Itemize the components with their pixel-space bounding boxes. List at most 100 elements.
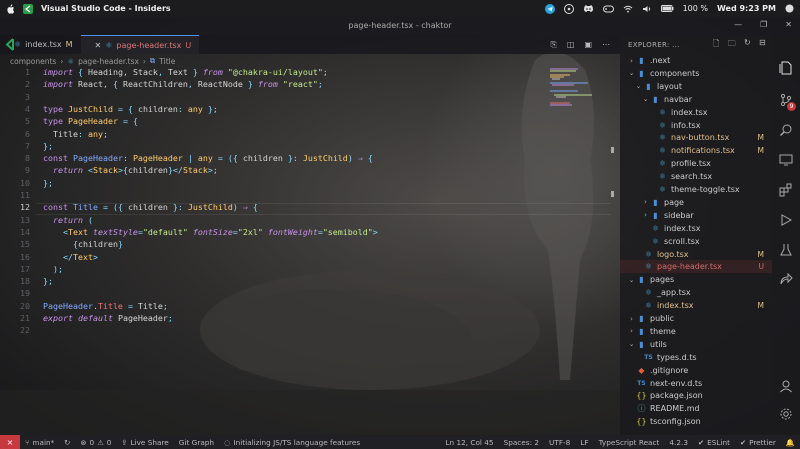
close-tab-icon[interactable]: ✕ <box>95 41 102 50</box>
code-line[interactable]: type PageHeader = { <box>43 116 138 126</box>
tree-folder[interactable]: › ▮ sidebar <box>620 209 772 222</box>
run-debug-icon[interactable] <box>778 213 794 229</box>
testing-icon[interactable] <box>778 243 794 259</box>
close-window-icon[interactable]: ✕ <box>785 20 792 29</box>
encoding[interactable]: UTF-8 <box>544 438 575 447</box>
tree-file[interactable]: ⚛ theme-toggle.tsx <box>620 183 772 196</box>
remote-explorer-icon[interactable] <box>778 153 794 169</box>
code-line[interactable]: }; <box>43 141 53 151</box>
settings-gear-icon[interactable] <box>778 407 794 423</box>
search-icon[interactable] <box>778 123 794 139</box>
code-line[interactable]: const Title = ({ children }: JustChild) … <box>43 202 258 212</box>
tree-file[interactable]: ⚛ scroll.tsx <box>620 235 772 248</box>
open-changes-icon[interactable]: ⎘ <box>550 40 556 50</box>
tree-folder[interactable]: › ▮ theme <box>620 325 772 338</box>
code-line[interactable]: import React, { ReactChildren, ReactNode… <box>43 79 323 89</box>
tree-folder[interactable]: ⌄ ▮ pages <box>620 273 772 286</box>
tree-file[interactable]: {} package.json <box>620 389 772 402</box>
account-icon[interactable] <box>778 379 794 395</box>
eslint-item[interactable]: ✔ ESLint <box>693 438 735 447</box>
remote-indicator-icon[interactable]: ⨯ <box>0 435 20 449</box>
indentation[interactable]: Spaces: 2 <box>499 438 544 447</box>
maximize-icon[interactable]: ❐ <box>760 20 767 29</box>
notifications-bell-icon[interactable]: 🔔 <box>781 438 800 447</box>
tree-file[interactable]: ⚛ index.tsx M <box>620 299 772 312</box>
live-share-button[interactable]: ⇪ Live Share <box>116 438 173 447</box>
new-file-icon[interactable]: 🗋 <box>713 38 720 52</box>
tab-page-header-tsx[interactable]: ✕ ⚛ page-header.tsx U <box>80 35 200 54</box>
split-editor-icon[interactable]: ◫ <box>567 40 575 49</box>
breadcrumb-symbol[interactable]: Title <box>159 57 175 66</box>
code-line[interactable]: import { Heading, Stack, Text } from "@c… <box>43 67 328 77</box>
code-line[interactable]: PageHeader.Title = Title; <box>43 301 168 311</box>
breadcrumb-file[interactable]: page-header.tsx <box>78 57 139 66</box>
collapse-all-icon[interactable]: ⊟ <box>759 38 766 52</box>
code-editor[interactable]: 1 2 3 4 5 6 7 8 9 10 11 12 13 14 15 16 17 18 19 20 21 22 impo… <box>0 67 615 435</box>
apple-icon[interactable] <box>6 3 15 14</box>
tree-file[interactable]: ⚛ logo.tsx M <box>620 248 772 261</box>
clock[interactable]: Wed 9:23 PM <box>717 4 776 13</box>
tree-file[interactable]: ⚛ profile.tsx <box>620 157 772 170</box>
tree-file[interactable]: ◆ .gitignore <box>620 364 772 377</box>
tree-file[interactable]: ⚛ search.tsx <box>620 170 772 183</box>
spider-icon[interactable] <box>563 3 574 14</box>
more-actions-icon[interactable]: ⋯ <box>602 40 610 49</box>
tree-file[interactable]: ⚛ notifications.tsx M <box>620 144 772 157</box>
cursor-position[interactable]: Ln 12, Col 45 <box>440 438 498 447</box>
code-line[interactable]: <Text textStyle="default" fontSize="2xl"… <box>43 227 378 237</box>
code-line[interactable]: const PageHeader: PageHeader | any = ({ … <box>43 153 373 163</box>
end-of-line[interactable]: LF <box>575 438 593 447</box>
tree-file[interactable]: TS next-env.d.ts <box>620 377 772 390</box>
tree-file[interactable]: ⚛ info.tsx <box>620 119 772 132</box>
battery-icon[interactable] <box>660 5 674 12</box>
code-line[interactable]: Title: any; <box>43 129 108 139</box>
code-line[interactable]: ); <box>43 264 63 274</box>
live-share-icon[interactable] <box>778 272 794 289</box>
tree-folder[interactable]: › ▮ public <box>620 312 772 325</box>
tree-file[interactable]: {} tsconfig.json <box>620 415 772 428</box>
tree-folder[interactable]: › ▮ .next <box>620 54 772 67</box>
code-line[interactable]: {children} <box>43 239 123 249</box>
language-mode[interactable]: TypeScript React <box>594 438 665 447</box>
problems-item[interactable]: ⊗ 0 ⚠ 0 <box>75 438 116 447</box>
tree-file[interactable]: ⚛ index.tsx <box>620 222 772 235</box>
prettier-item[interactable]: ✔ Prettier <box>735 438 781 447</box>
tree-folder[interactable]: ⌄ ▮ utils <box>620 338 772 351</box>
code-line[interactable]: return <Stack>{children}</Stack>; <box>43 165 218 175</box>
source-control-icon[interactable]: 9 <box>778 93 796 111</box>
git-graph-button[interactable]: Git Graph <box>174 438 219 447</box>
files-icon[interactable] <box>778 61 794 77</box>
code-line[interactable]: return ( <box>43 215 93 225</box>
layout-icon[interactable]: ▣ <box>584 40 592 49</box>
extensions-icon[interactable] <box>778 183 794 199</box>
tree-folder[interactable]: ⌄ ▮ navbar <box>620 93 772 106</box>
refresh-icon[interactable]: ↻ <box>744 38 751 52</box>
editor-scrollbar[interactable] <box>610 67 616 435</box>
tree-folder[interactable]: › ▮ page <box>620 196 772 209</box>
code-line[interactable]: export default PageHeader; <box>43 313 173 323</box>
tree-file[interactable]: TS types.d.ts <box>620 351 772 364</box>
ts-version[interactable]: 4.2.3 <box>664 438 693 447</box>
tree-file[interactable]: ⚛ _app.tsx <box>620 286 772 299</box>
app-name[interactable]: Visual Studio Code - Insiders <box>41 4 171 13</box>
discord-icon[interactable] <box>583 4 594 13</box>
code-line[interactable]: }; <box>43 276 53 286</box>
tree-file[interactable]: ⚛ page-header.tsx U <box>620 260 772 274</box>
tree-file[interactable]: ⚛ nav-button.tsx M <box>620 131 772 144</box>
control-center-icon[interactable] <box>785 4 794 13</box>
code-line[interactable]: </Text> <box>43 252 98 262</box>
minimize-icon[interactable]: — <box>734 20 742 29</box>
sync-icon[interactable]: ↻ <box>59 438 75 447</box>
gamepad-icon[interactable] <box>602 5 614 13</box>
tree-folder[interactable]: ⌄ ▮ layout <box>620 80 772 93</box>
new-folder-icon[interactable]: 🗀 <box>728 38 736 52</box>
branch-item[interactable]: ⑂ main* <box>20 438 59 447</box>
volume-icon[interactable] <box>642 5 652 13</box>
tree-file[interactable]: ⚛ index.tsx <box>620 106 772 119</box>
code-line[interactable]: }; <box>43 178 53 188</box>
tree-folder[interactable]: ⌄ ▮ components <box>620 67 772 80</box>
breadcrumb-folder[interactable]: components <box>10 57 56 66</box>
telegram-icon[interactable] <box>544 3 555 14</box>
minimap[interactable] <box>548 67 608 107</box>
wifi-icon[interactable] <box>623 5 633 13</box>
